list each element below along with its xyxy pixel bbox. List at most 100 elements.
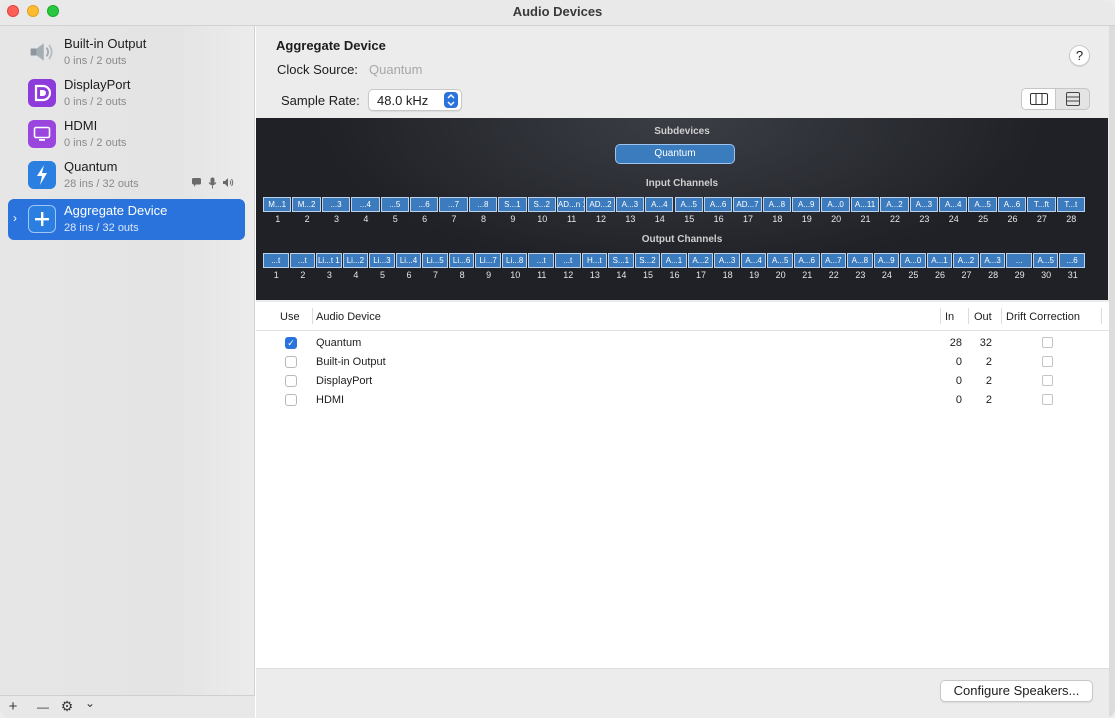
channel-slot[interactable]: ...6	[1059, 253, 1085, 268]
channel-slot[interactable]: A...2	[880, 197, 909, 212]
channel-slot[interactable]: ...4	[351, 197, 380, 212]
channel-slot[interactable]: ...t	[263, 253, 289, 268]
channel-slot[interactable]: Li...2	[342, 253, 369, 268]
channel-slot[interactable]: Li...8	[501, 253, 528, 268]
table-row[interactable]: DisplayPort 0 2	[256, 372, 1115, 391]
table-row[interactable]: Built-in Output 0 2	[256, 353, 1115, 372]
gear-icon[interactable]: ⚙	[58, 698, 76, 715]
sidebar-item-aggregate-device[interactable]: › Aggregate Device 28 ins / 32 outs	[8, 199, 245, 240]
drift-correction-checkbox[interactable]	[1042, 337, 1053, 348]
column-header-drift-correction[interactable]: Drift Correction	[1006, 311, 1080, 323]
channel-slot[interactable]: A...9	[873, 253, 900, 268]
column-header-in[interactable]: In	[945, 311, 954, 323]
column-header-use[interactable]: Use	[280, 311, 300, 323]
row-view-icon[interactable]	[1056, 89, 1089, 109]
channel-slot[interactable]: A...6	[793, 253, 820, 268]
channel-slot[interactable]: A...4	[645, 197, 674, 212]
channel-slot[interactable]: A...3	[909, 197, 939, 212]
channel-slot[interactable]: Li...5	[422, 253, 448, 268]
channel-slot[interactable]: A...6	[703, 197, 733, 212]
chevron-down-icon[interactable]: ⌄	[81, 696, 99, 710]
input-count-cell: 0	[955, 375, 962, 387]
use-checkbox[interactable]: ✓	[285, 337, 297, 349]
channel-slot[interactable]: T...ft	[1027, 197, 1056, 212]
channel-slot[interactable]: A...6	[997, 197, 1027, 212]
channel-slot[interactable]: S...2	[527, 197, 556, 212]
channel-slot[interactable]: Li...t 1	[316, 253, 342, 268]
channel-slot[interactable]: ...5	[380, 197, 409, 212]
channel-slot[interactable]: S...2	[634, 253, 661, 268]
channel-slot[interactable]: S...1	[608, 253, 634, 268]
chevron-right-icon[interactable]: ›	[13, 211, 17, 225]
sidebar-item-quantum[interactable]: Quantum 28 ins / 32 outs	[8, 155, 245, 196]
drift-correction-checkbox[interactable]	[1042, 356, 1053, 367]
table-row[interactable]: HDMI 0 2	[256, 391, 1115, 410]
channel-slot[interactable]: A...1	[661, 253, 687, 268]
sidebar-item-displayport[interactable]: DisplayPort 0 ins / 2 outs	[8, 73, 245, 114]
channel-slot[interactable]: A...3	[615, 197, 645, 212]
column-header-audio-device[interactable]: Audio Device	[316, 311, 381, 323]
channel-slot[interactable]: ...8	[468, 197, 498, 212]
channel-slot[interactable]: A...4	[939, 197, 968, 212]
channel-slot[interactable]: T...t	[1056, 197, 1085, 212]
channel-slot[interactable]: A...5	[1032, 253, 1059, 268]
channel-slot[interactable]: S...1	[498, 197, 527, 212]
channel-slot[interactable]: ...3	[321, 197, 351, 212]
channel-slot[interactable]: A...5	[767, 253, 793, 268]
drift-correction-checkbox[interactable]	[1042, 394, 1053, 405]
table-row[interactable]: ✓ Quantum 28 32	[256, 334, 1115, 353]
channel-slot[interactable]: A...3	[714, 253, 740, 268]
channel-slot[interactable]: ...t	[289, 253, 316, 268]
subdevice-button[interactable]: Quantum	[615, 144, 735, 164]
channel-number: 11	[566, 214, 577, 224]
channel-slot[interactable]: AD...n 1	[556, 197, 586, 212]
channel-slot[interactable]: A...0	[900, 253, 926, 268]
channel-slot[interactable]: Li...3	[369, 253, 395, 268]
channel-slot[interactable]: A...0	[821, 197, 850, 212]
sidebar-item-built-in-output[interactable]: Built-in Output 0 ins / 2 outs	[8, 32, 245, 73]
channel-slot[interactable]: A...5	[674, 197, 703, 212]
remove-device-button[interactable]: —	[34, 700, 52, 714]
add-device-button[interactable]: +	[4, 698, 22, 715]
channel-slot[interactable]: A...9	[792, 197, 821, 212]
channel-slot[interactable]: A...7	[820, 253, 847, 268]
channel-slot[interactable]: AD...7	[733, 197, 762, 212]
channel-slot[interactable]: A...8	[847, 253, 873, 268]
channel-slot[interactable]: ...t	[528, 253, 555, 268]
channel-slot[interactable]: A...3	[979, 253, 1006, 268]
use-checkbox[interactable]	[285, 356, 297, 368]
column-header-out[interactable]: Out	[974, 311, 992, 323]
channel-slot[interactable]: H...t	[581, 253, 608, 268]
sample-rate-select[interactable]: 48.0 kHz	[368, 89, 462, 111]
channel-slot[interactable]: AD...2	[586, 197, 615, 212]
channel-slot[interactable]: Li...4	[395, 253, 422, 268]
channel-slot[interactable]: M...1	[263, 197, 292, 212]
device-io-count: 28 ins / 32 outs	[64, 178, 139, 190]
use-checkbox[interactable]	[285, 375, 297, 387]
help-button[interactable]: ?	[1069, 45, 1090, 66]
column-view-icon[interactable]	[1022, 89, 1056, 109]
channel-slot[interactable]: Li...6	[448, 253, 475, 268]
channel-slot[interactable]: A...8	[762, 197, 792, 212]
channel-slot[interactable]: M...2	[292, 197, 321, 212]
drift-correction-checkbox[interactable]	[1042, 375, 1053, 386]
channel-slot[interactable]: ...6	[409, 197, 439, 212]
thunderbolt-icon	[28, 161, 56, 189]
channel-slot[interactable]: A...2	[687, 253, 714, 268]
configure-speakers-button[interactable]: Configure Speakers...	[940, 680, 1093, 702]
channel-slot[interactable]: A...11	[850, 197, 880, 212]
channel-slot[interactable]: A...5	[968, 197, 997, 212]
device-io-count: 0 ins / 2 outs	[64, 55, 127, 67]
channel-slot[interactable]: ...	[1006, 253, 1032, 268]
channel-slot[interactable]: ...t	[555, 253, 581, 268]
use-checkbox[interactable]	[285, 394, 297, 406]
channel-slot[interactable]: Li...7	[475, 253, 501, 268]
device-title: Aggregate Device	[276, 38, 386, 53]
channel-slot[interactable]: A...4	[740, 253, 767, 268]
channel-slot[interactable]: A...2	[953, 253, 979, 268]
channel-slot[interactable]: A...1	[926, 253, 953, 268]
output-count-cell: 2	[985, 394, 992, 406]
sidebar-item-hdmi[interactable]: HDMI 0 ins / 2 outs	[8, 114, 245, 155]
clock-source-select[interactable]: Quantum	[369, 62, 422, 77]
channel-slot[interactable]: ...7	[439, 197, 468, 212]
